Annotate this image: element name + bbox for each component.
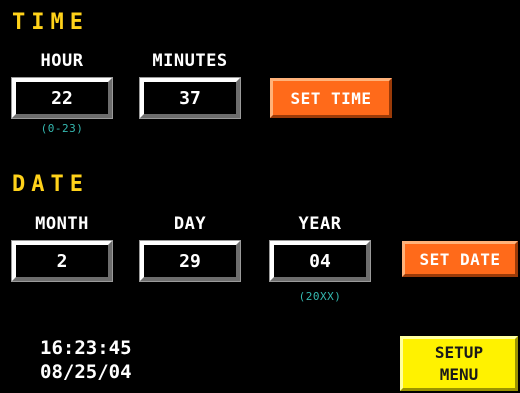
minutes-field[interactable]: 37 [139, 77, 241, 119]
year-format-hint: (20XX) [298, 290, 342, 303]
current-datetime-display: 16:23:45 08/25/04 [40, 336, 132, 384]
set-time-button[interactable]: SET TIME [270, 78, 392, 118]
year-label: YEAR [298, 214, 342, 234]
setup-menu-button[interactable]: SETUP MENU [400, 336, 518, 391]
month-field[interactable]: 2 [11, 240, 113, 282]
setup-menu-label-line1: SETUP [434, 342, 484, 362]
minutes-label: MINUTES [152, 51, 228, 71]
time-section-title: TIME [12, 10, 89, 35]
month-label: MONTH [35, 214, 89, 234]
day-label: DAY [173, 214, 207, 234]
year-field[interactable]: 04 [269, 240, 371, 282]
hour-range-hint: (0-23) [40, 122, 84, 135]
set-date-button[interactable]: SET DATE [402, 241, 518, 277]
hour-field[interactable]: 22 [11, 77, 113, 119]
day-field[interactable]: 29 [139, 240, 241, 282]
date-section-title: DATE [12, 172, 89, 197]
current-date: 08/25/04 [40, 361, 132, 383]
current-time: 16:23:45 [40, 337, 132, 359]
hour-label: HOUR [40, 51, 84, 71]
setup-menu-label-line2: MENU [439, 364, 479, 384]
